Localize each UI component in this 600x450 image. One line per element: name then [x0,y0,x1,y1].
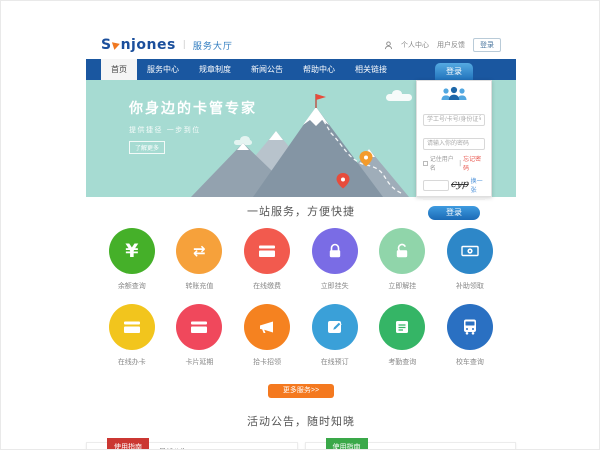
person-icon [384,41,393,50]
remember-checkbox[interactable] [423,161,428,166]
service-item-online-booking[interactable]: 在线预订 [301,304,369,367]
hero-title: 你身边的卡管专家 [129,98,257,118]
login-panel: 登录 记住用户名 | 忘记密码 cyp 换一张 [416,63,492,197]
username-input[interactable] [423,114,485,126]
captcha-input[interactable] [423,180,449,191]
megaphone-icon[interactable] [244,304,290,350]
service-item-attendance[interactable]: 考勤查询 [369,304,437,367]
nav-item-help[interactable]: 帮助中心 [293,59,345,80]
yen-icon[interactable]: ¥ [109,228,155,274]
more-services-button[interactable]: 更多服务>> [268,384,334,398]
unlock-icon[interactable] [379,228,425,274]
service-label: 卡片延期 [166,357,234,367]
service-item-apply-card[interactable]: 在线办卡 [98,304,166,367]
nav-item-news[interactable]: 新闻公告 [241,59,293,80]
logo-suffix: 服务大厅 [193,39,233,52]
services-grid: ¥ 余额查询 ⇄ 转账充值 在线缴费 立即挂失 [86,228,516,367]
nav-item-links[interactable]: 相关链接 [345,59,397,80]
card-icon[interactable] [244,228,290,274]
user-feedback-link[interactable]: 用户反馈 [437,40,465,50]
captcha-refresh-link[interactable]: 换一张 [471,176,485,194]
service-item-transfer[interactable]: ⇄ 转账充值 [166,228,234,291]
password-input[interactable] [423,138,485,150]
remember-label: 记住用户名 [430,154,457,172]
usage-guide-ribbon[interactable]: 使用指南 [326,438,368,450]
service-label: 在线预订 [301,357,369,367]
yen-glyph: ¥ [125,242,138,261]
service-label: 校车查询 [436,357,504,367]
hero-cta-button[interactable]: 了解更多 [129,141,165,154]
service-label: 拾卡招领 [233,357,301,367]
nav-item-home[interactable]: 首页 [101,59,137,80]
service-item-pay[interactable]: 在线缴费 [233,228,301,291]
logo-text-rest: njones [121,37,176,53]
announcements-section-title: 活动公告，随时知晓 [86,413,516,429]
service-item-report-loss[interactable]: 立即挂失 [301,228,369,291]
banknote-icon[interactable] [447,228,493,274]
service-label: 余额查询 [98,281,166,291]
nav-item-rules[interactable]: 规章制度 [189,59,241,80]
service-label: 转账充值 [166,281,234,291]
logo-divider: | [183,40,186,50]
captcha-image: cyp [450,180,469,190]
service-label: 在线缴费 [233,281,301,291]
service-item-card-renewal[interactable]: 卡片延期 [166,304,234,367]
service-label: 补助领取 [436,281,504,291]
card-icon[interactable] [176,304,222,350]
lock-icon[interactable] [312,228,358,274]
divider [423,199,485,200]
login-submit-button[interactable]: 登录 [428,206,480,220]
logo-text: S [101,37,112,53]
logo-arrow-icon [112,40,121,50]
header-login-button[interactable]: 登录 [473,38,501,52]
service-label: 立即挂失 [301,281,369,291]
users-icon [439,86,469,102]
service-item-school-bus[interactable]: 校车查询 [436,304,504,367]
usage-guide-ribbon[interactable]: 使用指南 [107,438,149,450]
personal-center-link[interactable]: 个人中心 [401,40,429,50]
service-item-lost-found[interactable]: 拾卡招领 [233,304,301,367]
forgot-password-link[interactable]: 忘记密码 [463,154,485,172]
announcements-right-panel: 使用指南 更多>> [305,442,517,450]
service-label: 考勤查询 [369,357,437,367]
login-tab[interactable]: 登录 [435,63,473,80]
site-header: Snjones | 服务大厅 个人中心 用户反馈 登录 [86,31,516,59]
service-item-balance[interactable]: ¥ 余额查询 [98,228,166,291]
announcements-left-panel: 使用指南 最新公告 更多>> [86,442,298,450]
card-icon[interactable] [109,304,155,350]
bus-icon[interactable] [447,304,493,350]
service-item-unfreeze[interactable]: 立即解挂 [369,228,437,291]
list-icon[interactable] [379,304,425,350]
service-item-subsidy[interactable]: 补助领取 [436,228,504,291]
edit-icon[interactable] [312,304,358,350]
transfer-arrows-icon[interactable]: ⇄ [176,228,222,274]
site-logo[interactable]: Snjones | 服务大厅 [101,37,233,53]
nav-item-service-center[interactable]: 服务中心 [137,59,189,80]
service-label: 立即解挂 [369,281,437,291]
browser-page: Snjones | 服务大厅 个人中心 用户反馈 登录 首页 服务中心 规章制度… [0,0,600,450]
transfer-glyph: ⇄ [193,244,206,259]
hero-subtitle: 提供捷径 一步到位 [129,125,257,135]
options-divider: | [459,160,461,167]
service-label: 在线办卡 [98,357,166,367]
